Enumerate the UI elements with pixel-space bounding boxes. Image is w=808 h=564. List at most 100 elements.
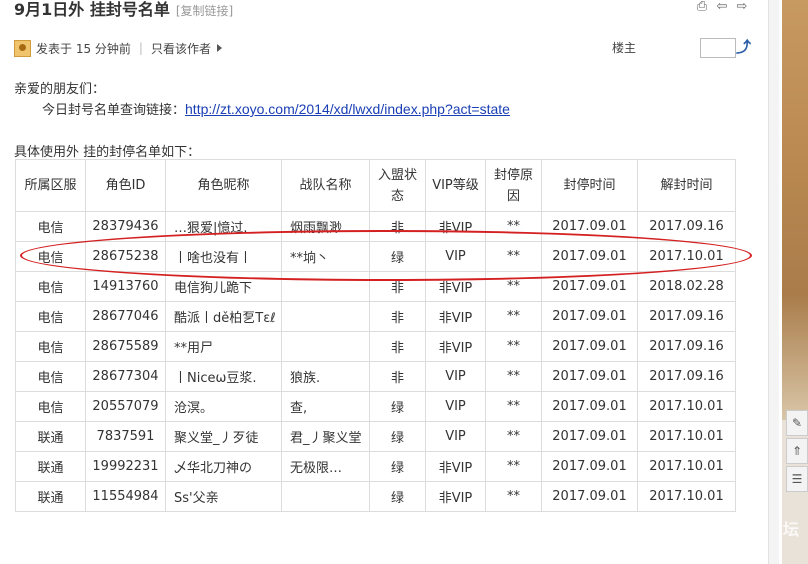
cell-reason: **	[485, 331, 542, 362]
floor-input[interactable]	[700, 38, 736, 58]
cell-role-id: 28379436	[85, 211, 166, 242]
table-row: 电信 20557079 沧溟。 查, 绿 VIP ** 2017.09.01 2017.10.0…	[15, 391, 736, 422]
floor-label: 楼主	[612, 41, 637, 55]
cell-server: 电信	[15, 301, 86, 332]
cell-server: 联通	[15, 421, 86, 452]
cell-role-id: 28677046	[85, 301, 166, 332]
cell-role-id: 7837591	[85, 421, 166, 452]
side-tools: ✎ ⇑ ☰	[786, 410, 808, 494]
author-only-link[interactable]: 只看该作者	[151, 40, 211, 57]
cell-unban-time: 2017.09.16	[637, 331, 736, 362]
cell-ban-time: 2017.09.01	[541, 301, 638, 332]
cell-reason: **	[485, 301, 542, 332]
cell-unban-time: 2017.09.16	[637, 211, 736, 242]
prev-icon[interactable]: ⇦	[714, 0, 730, 16]
cell-ban-time: 2017.09.01	[541, 211, 638, 242]
cell-team: 烟雨飘渺	[281, 211, 370, 242]
post-title-text: 9月1日外 挂封号名单	[14, 0, 170, 19]
meta-separator: |	[138, 41, 143, 55]
cell-alliance: 非	[369, 271, 426, 302]
cell-reason: **	[485, 211, 542, 242]
intro-text: 具体使用外 挂的封停名单如下：	[14, 145, 201, 160]
cell-server: 联通	[15, 481, 86, 512]
cell-ban-time: 2017.09.01	[541, 331, 638, 362]
cell-ban-time: 2017.09.01	[541, 271, 638, 302]
post-title: 9月1日外 挂封号名单 [复制链接]	[14, 0, 233, 22]
cell-vip: 非VIP	[425, 301, 486, 332]
table-row: 联通 7837591 聚义堂_丿歹徒 君_丿聚义堂绿 VIP ** 2017.09.01 20…	[15, 421, 736, 452]
table-row: 电信 28675589 **用尸 非非VIP ** 2017.09.01 2017.09.1…	[15, 331, 736, 362]
cell-team	[281, 331, 370, 362]
cell-vip: VIP	[425, 421, 486, 452]
cell-nickname: 丨Niceω豆浆.	[165, 361, 282, 392]
back-to-top-icon[interactable]: ⇑	[786, 438, 808, 464]
table-row: 电信 28677046 酷派丨dě柏乭Tεℓ 非非VIP ** 2017.09.01 201…	[15, 301, 736, 332]
query-line: 今日封号名单查询链接：http://zt.xoyo.com/2014/xd/lw…	[42, 99, 510, 118]
next-icon[interactable]: ⇨	[734, 0, 750, 16]
cell-unban-time: 2018.02.28	[637, 271, 736, 302]
ban-list-table: 所属区服 角色ID 角色昵称 战队名称 入盟状态 VIP等级 封停原因 封停时间…	[15, 159, 736, 512]
cell-team	[281, 271, 370, 302]
cell-role-id: 28675589	[85, 331, 166, 362]
cell-server: 电信	[15, 211, 86, 242]
header-server: 所属区服	[15, 159, 86, 212]
cell-server: 电信	[15, 361, 86, 392]
cell-team	[281, 481, 370, 512]
banner-photo	[782, 0, 808, 420]
list-icon[interactable]: ☰	[786, 466, 808, 492]
cell-alliance: 绿	[369, 391, 426, 422]
cell-alliance: 非	[369, 211, 426, 242]
cell-ban-time: 2017.09.01	[541, 361, 638, 392]
cell-role-id: 28677304	[85, 361, 166, 392]
cell-team	[281, 301, 370, 332]
cell-reason: **	[485, 451, 542, 482]
table-row: 电信 14913760 电信狗儿跪下 非非VIP ** 2017.09.01 2018.02…	[15, 271, 736, 302]
cell-role-id: 14913760	[85, 271, 166, 302]
watermark: 坛	[783, 520, 800, 539]
cell-alliance: 绿	[369, 421, 426, 452]
header-unban-time: 解封时间	[637, 159, 736, 212]
cell-role-id: 19992231	[85, 451, 166, 482]
cell-reason: **	[485, 361, 542, 392]
cell-role-id: 11554984	[85, 481, 166, 512]
header-alliance-status: 入盟状态	[369, 159, 426, 212]
goto-floor-icon[interactable]: ⤴	[736, 36, 751, 57]
cell-reason: **	[485, 421, 542, 452]
cell-unban-time: 2017.10.01	[637, 241, 736, 272]
scrollbar[interactable]	[768, 0, 779, 564]
cell-team: 君_丿聚义堂	[281, 421, 370, 452]
cell-vip: VIP	[425, 241, 486, 272]
table-row: 电信 28677304 丨Niceω豆浆. 狼族. 非 VIP ** 2017.09.01 20…	[15, 361, 736, 392]
table-row: 电信 28379436 …狠爱|憶过. 烟雨飘渺非非VIP ** 2017.09.01 20…	[15, 211, 736, 242]
cell-ban-time: 2017.09.01	[541, 421, 638, 452]
cell-alliance: 绿	[369, 451, 426, 482]
query-link[interactable]: http://zt.xoyo.com/2014/xd/lwxd/index.ph…	[185, 101, 510, 117]
header-reason: 封停原因	[485, 159, 542, 212]
comment-icon[interactable]: ✎	[786, 410, 808, 436]
cell-ban-time: 2017.09.01	[541, 391, 638, 422]
cell-nickname: 沧溟。	[165, 391, 282, 422]
cell-reason: **	[485, 481, 542, 512]
cell-unban-time: 2017.09.16	[637, 361, 736, 392]
table-row: 联通 19992231 乄华北刀神の 无极限… 绿非VIP ** 2017.09.01 201…	[15, 451, 736, 482]
user-avatar-icon[interactable]	[14, 39, 31, 57]
table-row: 联通 11554984 Ss'父亲 绿非VIP ** 2017.09.01 2017.10.…	[15, 481, 736, 512]
cell-role-id: 28675238	[85, 241, 166, 272]
cell-unban-time: 2017.10.01	[637, 481, 736, 512]
cell-vip: 非VIP	[425, 271, 486, 302]
cell-ban-time: 2017.09.01	[541, 241, 638, 272]
copy-link[interactable]: [复制链接]	[176, 4, 233, 18]
cell-team: 狼族.	[281, 361, 370, 392]
cell-alliance: 非	[369, 331, 426, 362]
posted-time: 发表于 15 分钟前	[36, 41, 131, 56]
header-vip: VIP等级	[425, 159, 486, 212]
cell-reason: **	[485, 391, 542, 422]
header-nickname: 角色昵称	[165, 159, 282, 212]
print-icon[interactable]: ⎙	[694, 0, 710, 16]
cell-nickname: Ss'父亲	[165, 481, 282, 512]
cell-unban-time: 2017.10.01	[637, 451, 736, 482]
table-header-row: 所属区服 角色ID 角色昵称 战队名称 入盟状态 VIP等级 封停原因 封停时间…	[15, 159, 736, 212]
header-role-id: 角色ID	[85, 159, 166, 212]
cell-vip: 非VIP	[425, 211, 486, 242]
cell-nickname: 丨啥也没有丨	[165, 241, 282, 272]
